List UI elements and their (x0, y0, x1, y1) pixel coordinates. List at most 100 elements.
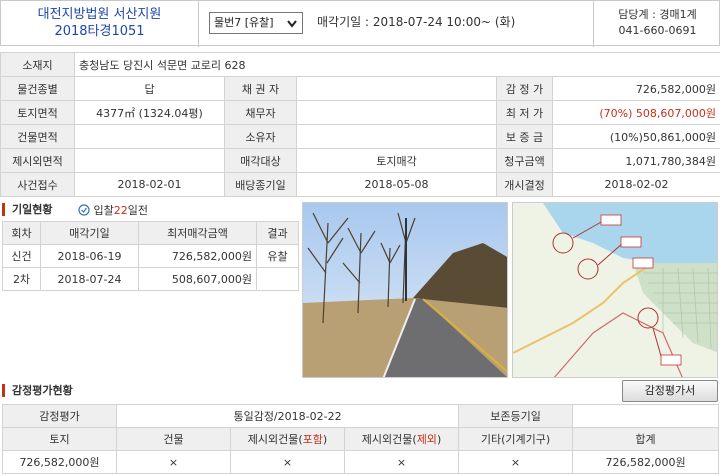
info-row: 사건접수 2018-02-01 배당종기일 2018-05-08 개시결정 20… (0, 172, 720, 197)
target-label: 매각대상 (224, 148, 297, 173)
incl-value: × (230, 450, 345, 474)
case-header: 대전지방법원 서산지원 2018타경1051 물번7 [유찰] 매각기일 : 2… (0, 0, 720, 47)
type-label: 물건종별 (0, 76, 75, 101)
history-price: 508,607,000원 (138, 267, 257, 291)
received-value: 2018-02-01 (74, 172, 225, 197)
appraisal-section-header: 감정평가현황 (2, 384, 302, 400)
machine-value: × (458, 450, 574, 474)
land-value: 726,582,000원 (2, 450, 117, 474)
chevron-down-icon (286, 13, 298, 39)
auction-date-value: 2018-07-24 10:00~ (화) (372, 15, 516, 29)
auction-date: 매각기일 : 2018-07-24 10:00~ (화) (317, 13, 587, 30)
bldg-area-value (74, 124, 225, 149)
owner-value (296, 124, 497, 149)
history-section-title: 기일현황 (2, 203, 52, 216)
history-col-price: 최저매각금액 (138, 221, 257, 245)
court-block: 대전지방법원 서산지원 2018타경1051 (1, 1, 199, 47)
appraisal-header-row: 토지 건물 제시외건물(포함) 제시외건물(제외) 기타(기계기구) 합계 (2, 427, 720, 451)
total-value: 726,582,000원 (572, 450, 720, 474)
appraisal-table: 감정평가 통일감정/2018-02-22 보존등기일 토지 건물 제시외건물(포… (2, 404, 720, 474)
decision-label: 개시결정 (496, 172, 553, 197)
excl-word: 제외 (416, 433, 437, 446)
table-row: 726,582,000원 × × × × 726,582,000원 (2, 450, 720, 474)
land-area-value: 4377㎡ (1324.04평) (74, 100, 225, 125)
registration-date-label: 보존등기일 (458, 404, 574, 428)
countdown-suffix: 일전 (127, 204, 148, 217)
creditor-label: 채 권 자 (224, 76, 297, 101)
court-name: 대전지방법원 서산지원 (37, 7, 162, 22)
item-select[interactable]: 물번7 [유찰] (209, 12, 303, 34)
case-number: 2018타경1051 (54, 24, 145, 39)
table-row: 2차 2018-07-24 508,607,000원 (2, 267, 299, 291)
land-area-label: 토지면적 (0, 100, 75, 125)
appraisal-label: 감 정 가 (496, 76, 553, 101)
incl-word: 포함 (302, 433, 323, 446)
deposit-label: 보 증 금 (496, 124, 553, 149)
auction-date-label: 매각기일 : (317, 15, 370, 29)
location-value: 충청남도 당진시 석문면 교로리 628 (74, 52, 720, 77)
appraisal-summary-row: 감정평가 통일감정/2018-02-22 보존등기일 (2, 404, 720, 428)
clock-check-icon (78, 204, 90, 217)
history-result: 유찰 (256, 244, 299, 268)
history-header-row: 회차 매각기일 최저매각금액 결과 (2, 221, 299, 245)
appraisal-section-title: 감정평가현황 (2, 384, 73, 397)
registration-date-value (572, 404, 720, 428)
history-col-round: 회차 (2, 221, 41, 245)
history-result (256, 267, 299, 291)
appraisal-report-button[interactable]: 감정평가서 (622, 380, 718, 402)
building-value: × (116, 450, 231, 474)
min-price-value: (70%) 508,607,000원 (552, 100, 720, 125)
history-price: 726,582,000원 (138, 244, 257, 268)
bid-countdown[interactable]: 입찰22일전 (78, 202, 148, 218)
history-col-result: 결과 (256, 221, 299, 245)
history-date: 2018-07-24 (40, 267, 139, 291)
col-machine: 기타(기계기구) (458, 427, 574, 451)
bldg-area-label: 건물면적 (0, 124, 75, 149)
excl-value: × (343, 450, 460, 474)
appraisal-org-label: 감정평가 (2, 404, 117, 428)
excl-prefix: 제시외건물( (361, 433, 417, 446)
claim-value: 1,071,780,384원 (552, 148, 720, 173)
info-row: 물건종별 답 채 권 자 감 정 가 726,582,000원 (0, 76, 720, 101)
appraisal-value: 726,582,000원 (552, 76, 720, 101)
excluded-value (74, 148, 225, 173)
excl-close: ) (436, 433, 442, 446)
debtor-value (296, 100, 497, 125)
history-round: 2차 (2, 267, 41, 291)
location-row: 소재지 충청남도 당진시 석문면 교로리 628 (0, 52, 720, 77)
location-map[interactable] (512, 202, 718, 378)
type-value: 답 (74, 76, 225, 101)
contact-phone: 041-660-0691 (618, 24, 697, 37)
table-row: 신건 2018-06-19 726,582,000원 유찰 (2, 244, 299, 268)
received-label: 사건접수 (0, 172, 75, 197)
history-section-header: 기일현황 입찰22일전 (2, 200, 298, 220)
info-row: 제시외면적 매각대상 토지매각 청구금액 1,071,780,384원 (0, 148, 720, 173)
countdown-prefix: 입찰 (93, 204, 114, 217)
dividend-value: 2018-05-08 (296, 172, 497, 197)
property-photo[interactable] (302, 202, 508, 378)
col-land: 토지 (2, 427, 117, 451)
min-price-label: 최 저 가 (496, 100, 553, 125)
incl-close: ) (322, 433, 328, 446)
debtor-label: 채무자 (224, 100, 297, 125)
location-label: 소재지 (0, 52, 75, 77)
contact-dept: 담당계 : 경매1계 (618, 8, 697, 21)
decision-value: 2018-02-02 (552, 172, 720, 197)
col-excl-extra: 제시외건물(제외) (343, 427, 460, 451)
info-row: 토지면적 4377㎡ (1324.04평) 채무자 최 저 가 (70%) 50… (0, 100, 720, 125)
case-info-table: 소재지 충청남도 당진시 석문면 교로리 628 물건종별 답 채 권 자 감 … (0, 52, 720, 197)
history-table: 회차 매각기일 최저매각금액 결과 신건 2018-06-19 726,582,… (2, 221, 299, 291)
deposit-value: (10%)50,861,000원 (552, 124, 720, 149)
history-col-date: 매각기일 (40, 221, 139, 245)
info-row: 건물면적 소유자 보 증 금 (10%)50,861,000원 (0, 124, 720, 149)
creditor-value (296, 76, 497, 101)
col-building: 건물 (116, 427, 231, 451)
col-incl-extra: 제시외건물(포함) (230, 427, 345, 451)
appraisal-org-value: 통일감정/2018-02-22 (115, 404, 460, 428)
excluded-label: 제시외면적 (0, 148, 75, 173)
dividend-label: 배당종기일 (224, 172, 297, 197)
history-round: 신건 (2, 244, 41, 268)
item-select-value: 물번7 [유찰] (214, 16, 274, 29)
contact-block: 담당계 : 경매1계 041-660-0691 (593, 1, 720, 47)
owner-label: 소유자 (224, 124, 297, 149)
